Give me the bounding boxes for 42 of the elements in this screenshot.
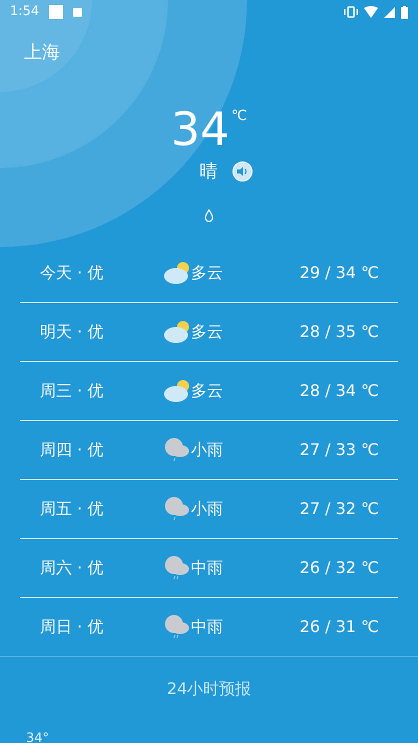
forecast-condition: 多云 bbox=[191, 262, 223, 284]
battery-icon bbox=[401, 6, 408, 18]
rain-cloud-icon bbox=[163, 437, 191, 463]
forecast-day: 明天 · 优 bbox=[20, 320, 163, 344]
forecast-temperature: 27 / 32 ℃ bbox=[300, 498, 380, 520]
clock-time: 1:54 bbox=[10, 3, 40, 22]
forecast-day: 周六 · 优 bbox=[20, 556, 163, 580]
forecast-day: 周五 · 优 bbox=[20, 497, 163, 521]
weather-condition: 晴 bbox=[200, 160, 218, 184]
forecast-temperature: 26 / 31 ℃ bbox=[300, 616, 380, 638]
cloud-sun-icon bbox=[163, 379, 191, 403]
water-drop-icon bbox=[204, 209, 214, 222]
forecast-day: 今天 · 优 bbox=[20, 261, 163, 285]
forecast-day: 周四 · 优 bbox=[20, 438, 163, 462]
forecast-condition: 中雨 bbox=[191, 557, 223, 579]
rain-cloud-icon bbox=[163, 614, 191, 640]
temperature-unit: ℃ bbox=[231, 107, 248, 126]
forecast-condition: 小雨 bbox=[191, 498, 223, 520]
forecast-condition: 小雨 bbox=[191, 439, 223, 461]
forecast-temperature: 28 / 35 ℃ bbox=[300, 321, 380, 343]
forecast-condition: 中雨 bbox=[191, 616, 223, 638]
forecast-temperature: 28 / 34 ℃ bbox=[300, 380, 380, 402]
forecast-temperature: 27 / 33 ℃ bbox=[300, 439, 380, 461]
section-title: 24小时预报 bbox=[166, 678, 252, 700]
forecast-day: 周日 · 优 bbox=[20, 615, 163, 639]
vibrate-icon bbox=[344, 6, 358, 18]
rain-cloud-icon bbox=[163, 496, 191, 522]
speaker-icon[interactable] bbox=[232, 161, 252, 182]
wifi-icon bbox=[364, 6, 378, 18]
forecast-temperature: 26 / 32 ℃ bbox=[300, 557, 380, 579]
current-temperature: 34 bbox=[170, 106, 230, 152]
forecast-day: 周三 · 优 bbox=[20, 379, 163, 403]
rain-cloud-icon bbox=[163, 555, 191, 581]
notification-icon bbox=[49, 5, 64, 19]
forecast-condition: 多云 bbox=[191, 321, 223, 343]
city-name: 上海 bbox=[24, 40, 60, 64]
hourly-temperature: 34° bbox=[26, 730, 50, 743]
signal-icon bbox=[384, 6, 395, 18]
forecast-temperature: 29 / 34 ℃ bbox=[300, 262, 380, 284]
cloud-sun-icon bbox=[163, 261, 191, 285]
forecast-condition: 多云 bbox=[191, 380, 223, 402]
cloud-sun-icon bbox=[163, 320, 191, 344]
